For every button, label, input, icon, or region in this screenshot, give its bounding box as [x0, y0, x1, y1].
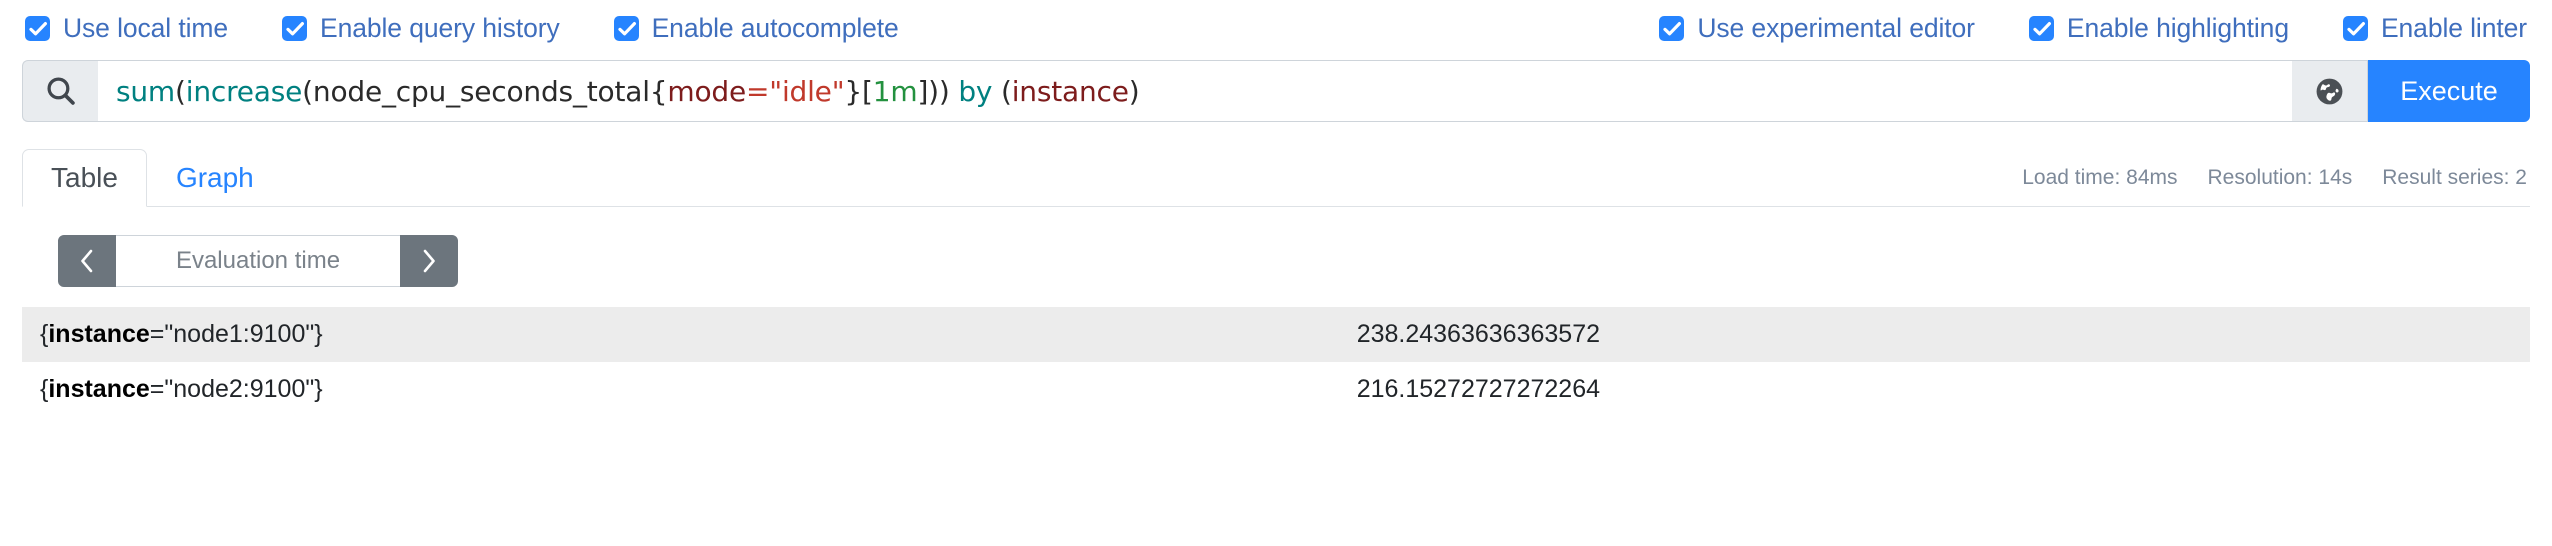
checkbox-label-enable-highlighting: Enable highlighting	[2066, 12, 2289, 43]
metric-label-value: ="node2:9100"	[149, 375, 315, 403]
query-token-plain: (	[302, 74, 313, 108]
query-expression-input[interactable]: sum(increase(node_cpu_seconds_total{mode…	[98, 60, 2292, 122]
query-token-func: increase	[185, 74, 303, 108]
checkbox-label-enable-linter: Enable linter	[2380, 12, 2527, 43]
checkbox-box-use-local-time[interactable]	[25, 15, 50, 41]
check-icon	[286, 21, 305, 35]
checkbox-box-enable-query-history[interactable]	[282, 15, 308, 41]
query-stats: Load time: 84ms Resolution: 14s Result s…	[2022, 166, 2527, 190]
result-value-cell: 216.15272727272264	[1338, 362, 2530, 417]
evaluation-time-placeholder: Evaluation time	[175, 247, 341, 274]
metric-label-value: ="node1:9100"	[149, 320, 315, 348]
stat-load-time: Load time: 84ms	[2022, 166, 2178, 189]
query-token-kw: by	[958, 74, 993, 108]
query-token-group: instance	[1011, 74, 1129, 108]
search-icon-container	[22, 60, 98, 122]
query-options-left-group: Use local time Enable query history Enab…	[25, 13, 953, 44]
query-results-table: {instance="node1:9100"} 238.2436363636357…	[22, 307, 2530, 417]
check-icon	[2033, 21, 2051, 35]
query-input-group: sum(increase(node_cpu_seconds_total{mode…	[22, 60, 2530, 122]
query-token-plain: node_cpu_seconds_total{	[312, 74, 668, 108]
check-icon	[1663, 21, 1682, 35]
metric-label-name: instance	[48, 375, 150, 403]
checkbox-enable-autocomplete[interactable]: Enable autocomplete	[613, 12, 899, 44]
stat-resolution: Resolution: 14s	[2207, 166, 2353, 189]
metric-label-name: instance	[48, 320, 150, 348]
evaluation-time-next-button[interactable]	[400, 235, 458, 287]
query-token-plain: (	[992, 74, 1012, 108]
prometheus-query-page: Use local time Enable query history Enab…	[0, 0, 2552, 546]
query-token-plain: (	[175, 74, 186, 108]
result-metric-cell: {instance="node1:9100"}	[22, 307, 1339, 362]
table-row: {instance="node1:9100"} 238.2436363636357…	[22, 307, 2530, 362]
result-view-tabs: Table Graph Load time: 84ms Resolution: …	[22, 144, 2530, 207]
query-token-plain: )	[1128, 74, 1140, 108]
table-row: {instance="node2:9100"} 216.1527272727226…	[22, 362, 2530, 417]
check-icon	[29, 21, 47, 35]
query-expression-text: sum(increase(node_cpu_seconds_total{mode…	[116, 74, 1140, 108]
checkbox-enable-highlighting[interactable]: Enable highlighting	[2028, 12, 2289, 44]
result-value-cell: 238.24363636363572	[1338, 307, 2530, 362]
check-icon	[618, 21, 636, 35]
checkbox-use-experimental-editor[interactable]: Use experimental editor	[1659, 13, 1975, 44]
checkbox-box-enable-highlighting[interactable]	[2028, 15, 2054, 41]
query-options-right-group: Use experimental editor Enable highlight…	[1659, 13, 2527, 44]
search-icon	[46, 77, 75, 105]
query-token-label: mode	[667, 74, 746, 108]
checkbox-use-local-time[interactable]: Use local time	[25, 13, 228, 44]
query-token-plain: }[	[844, 74, 873, 108]
checkbox-enable-linter[interactable]: Enable linter	[2342, 12, 2527, 44]
checkbox-box-enable-linter[interactable]	[2342, 15, 2368, 41]
query-results-body: {instance="node1:9100"} 238.2436363636357…	[22, 307, 2530, 417]
evaluation-time-input[interactable]: Evaluation time	[116, 235, 400, 287]
query-token-plain: ]))	[917, 74, 959, 108]
evaluation-time-wrapper: Evaluation time	[22, 207, 2530, 287]
check-icon	[2347, 21, 2365, 35]
stat-result-series: Result series: 2	[2382, 166, 2527, 189]
checkbox-box-use-experimental-editor[interactable]	[1659, 15, 1685, 41]
execute-button[interactable]: Execute	[2368, 60, 2530, 122]
query-options-row: Use local time Enable query history Enab…	[22, 0, 2530, 56]
checkbox-label-enable-autocomplete: Enable autocomplete	[651, 12, 899, 43]
globe-icon	[2316, 78, 2343, 104]
checkbox-label-enable-query-history: Enable query history	[320, 12, 560, 43]
checkbox-box-enable-autocomplete[interactable]	[613, 15, 639, 41]
evaluation-time-prev-button[interactable]	[58, 235, 116, 287]
checkbox-label-use-local-time: Use local time	[63, 12, 229, 43]
checkbox-enable-query-history[interactable]: Enable query history	[282, 13, 560, 44]
metrics-explorer-button[interactable]	[2292, 60, 2368, 122]
metric-brace-close: }	[314, 320, 323, 348]
chevron-left-icon	[81, 249, 93, 273]
chevron-right-icon	[423, 249, 435, 273]
checkbox-label-use-experimental-editor: Use experimental editor	[1697, 12, 1975, 43]
tab-table[interactable]: Table	[22, 149, 147, 207]
query-token-string: ="idle"	[746, 74, 845, 108]
query-token-func: sum	[116, 74, 176, 108]
evaluation-time-group: Evaluation time	[58, 235, 458, 287]
query-token-dur: 1m	[872, 74, 918, 108]
metric-brace-close: }	[314, 375, 323, 403]
result-metric-cell: {instance="node2:9100"}	[22, 362, 1339, 417]
tab-graph[interactable]: Graph	[147, 149, 283, 207]
